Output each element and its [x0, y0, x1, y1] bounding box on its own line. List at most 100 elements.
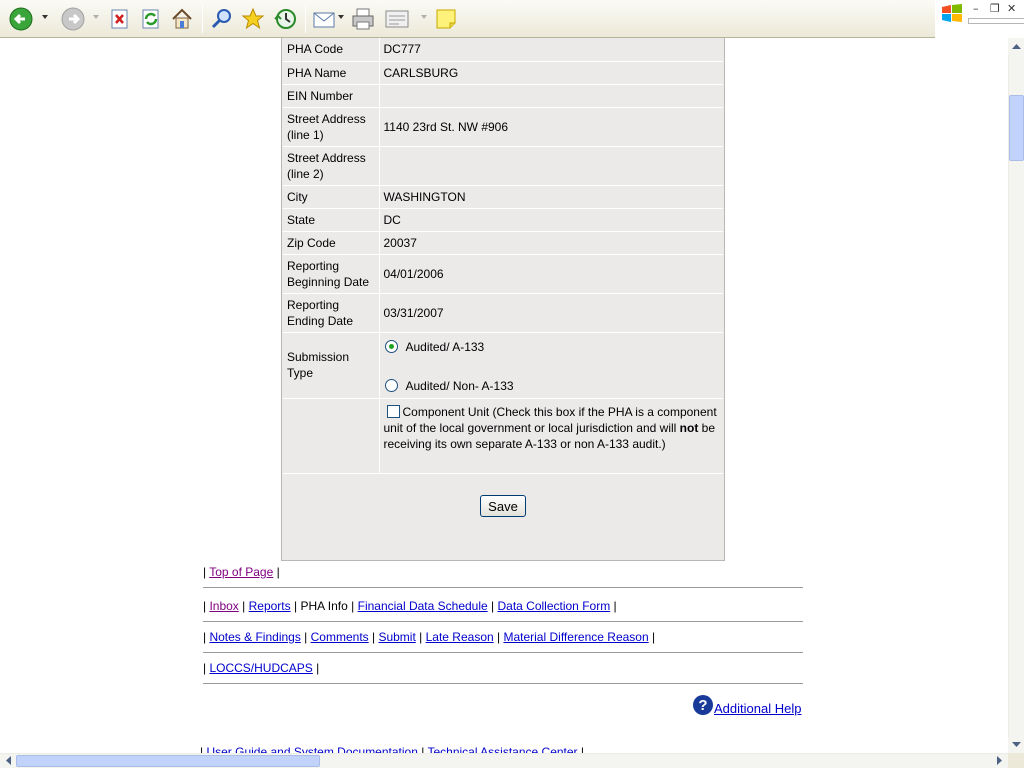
- field-label: State: [283, 208, 380, 232]
- radio-button-selected[interactable]: [384, 339, 398, 353]
- component-unit-text-pre: Component Unit (Check this box if the PH…: [383, 404, 717, 435]
- loccs-hudcaps-link[interactable]: LOCCS/HUDCAPS: [209, 661, 312, 675]
- scrollbar-corner: [1008, 753, 1024, 768]
- notes-button[interactable]: [434, 6, 458, 32]
- toolbar-separator: [305, 5, 306, 33]
- field-value: 03/31/2007: [379, 293, 723, 333]
- top-of-page-link[interactable]: Top of Page: [209, 565, 273, 579]
- component-unit-cell: Component Unit (Check this box if the PH…: [379, 398, 723, 474]
- loccs-nav: | LOCCS/HUDCAPS |: [203, 661, 320, 675]
- radio-label: Audited/ A-133: [405, 339, 485, 354]
- divider: [203, 683, 803, 684]
- financial-data-schedule-link[interactable]: Financial Data Schedule: [358, 599, 488, 613]
- forward-dropdown-icon[interactable]: [93, 15, 99, 19]
- search-button[interactable]: [210, 6, 234, 32]
- svg-text:?: ?: [698, 697, 707, 714]
- technical-assistance-link[interactable]: Technical Assistance Center: [427, 745, 577, 753]
- scroll-down-button[interactable]: [1008, 737, 1024, 753]
- chevron-left-icon: [6, 756, 11, 765]
- history-icon: [274, 9, 296, 29]
- radio-button[interactable]: [384, 378, 398, 392]
- table-row: Reporting Beginning Date 04/01/2006: [283, 254, 723, 294]
- field-value: [379, 84, 723, 108]
- chevron-up-icon: [1011, 44, 1021, 49]
- field-value: 04/01/2006: [379, 254, 723, 294]
- submission-type-label: Submission Type: [283, 332, 380, 399]
- doc-links-nav: | User Guide and System Documentation | …: [200, 745, 640, 753]
- field-label: Zip Code: [283, 231, 380, 255]
- field-value: DC777: [379, 38, 723, 62]
- empty-label-cell: [283, 398, 380, 474]
- search-icon: [211, 9, 231, 29]
- favorites-button[interactable]: [241, 6, 265, 32]
- edit-button[interactable]: [384, 6, 412, 32]
- user-guide-link[interactable]: User Guide and System Documentation: [206, 745, 417, 753]
- field-value: CARLSBURG: [379, 61, 723, 85]
- table-row: State DC: [283, 208, 723, 232]
- divider: [203, 652, 803, 653]
- field-value: 20037: [379, 231, 723, 255]
- radio-option-audited[interactable]: Audited/ A-133: [384, 339, 720, 378]
- pha-info-current: PHA Info: [300, 599, 348, 613]
- address-bar-fragment[interactable]: [968, 18, 1024, 24]
- reports-link[interactable]: Reports: [249, 599, 291, 613]
- comments-link[interactable]: Comments: [311, 630, 369, 644]
- edit-dropdown-icon[interactable]: [421, 15, 427, 19]
- vertical-scroll-thumb[interactable]: [1009, 95, 1024, 161]
- additional-help[interactable]: ? Additional Help: [692, 694, 801, 716]
- table-row: City WASHINGTON: [283, 185, 723, 209]
- forward-button[interactable]: [60, 6, 86, 32]
- main-nav: | Inbox | Reports | PHA Info | Financial…: [203, 599, 617, 613]
- back-dropdown-icon[interactable]: [42, 15, 48, 19]
- scroll-up-button[interactable]: [1008, 38, 1024, 54]
- inbox-link[interactable]: Inbox: [209, 599, 238, 613]
- save-button[interactable]: Save: [480, 495, 526, 517]
- additional-help-link[interactable]: Additional Help: [714, 701, 801, 716]
- sticky-note-icon: [436, 9, 456, 29]
- data-collection-form-link[interactable]: Data Collection Form: [497, 599, 610, 613]
- back-arrow-icon: [9, 7, 33, 31]
- late-reason-link[interactable]: Late Reason: [426, 630, 494, 644]
- divider: [203, 587, 803, 588]
- scroll-right-button[interactable]: [992, 753, 1008, 768]
- secondary-nav: | Notes & Findings | Comments | Submit |…: [203, 630, 656, 644]
- stop-button[interactable]: [109, 6, 131, 32]
- browser-toolbar: [0, 0, 935, 38]
- top-of-page-nav: | Top of Page |: [203, 565, 280, 579]
- table-row: EIN Number: [283, 84, 723, 108]
- field-label: PHA Code: [283, 38, 380, 62]
- divider: [203, 621, 803, 622]
- minimize-button[interactable]: –: [973, 2, 979, 15]
- close-button[interactable]: ✕: [1007, 2, 1016, 15]
- edit-icon: [385, 10, 409, 28]
- home-button[interactable]: [170, 6, 194, 32]
- table-row: Submission Type Audited/ A-133 Audited/ …: [283, 332, 723, 399]
- radio-option-non-audited[interactable]: Audited/ Non- A-133: [384, 378, 720, 394]
- table-row: Zip Code 20037: [283, 231, 723, 255]
- history-button[interactable]: [273, 6, 297, 32]
- restore-button[interactable]: ❐: [990, 2, 1000, 15]
- print-button[interactable]: [350, 6, 376, 32]
- component-unit-checkbox[interactable]: [386, 404, 400, 418]
- refresh-button[interactable]: [140, 6, 162, 32]
- mail-dropdown-icon[interactable]: [338, 15, 344, 19]
- material-difference-reason-link[interactable]: Material Difference Reason: [503, 630, 648, 644]
- radio-label: Audited/ Non- A-133: [405, 378, 514, 393]
- mail-button[interactable]: [312, 6, 338, 32]
- help-icon: ?: [693, 695, 713, 715]
- field-value: WASHINGTON: [379, 185, 723, 209]
- field-label: Reporting Ending Date: [283, 293, 380, 333]
- field-label: Street Address (line 1): [283, 107, 380, 147]
- field-value: [379, 146, 723, 186]
- field-label: Street Address (line 2): [283, 146, 380, 186]
- scroll-left-button[interactable]: [0, 753, 16, 768]
- table-row: PHA Name CARLSBURG: [283, 61, 723, 85]
- submit-link[interactable]: Submit: [378, 630, 415, 644]
- back-button[interactable]: [8, 6, 34, 32]
- field-value: DC: [379, 208, 723, 232]
- field-value: 1140 23rd St. NW #906: [379, 107, 723, 147]
- notes-findings-link[interactable]: Notes & Findings: [209, 630, 300, 644]
- star-icon: [241, 7, 265, 30]
- horizontal-scroll-thumb[interactable]: [16, 755, 320, 767]
- windows-logo-icon: [941, 3, 963, 26]
